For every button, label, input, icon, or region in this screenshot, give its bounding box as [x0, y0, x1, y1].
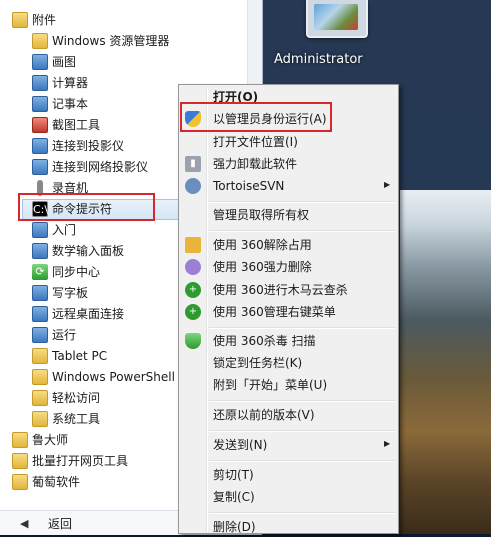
run-icon	[32, 327, 48, 343]
menu-icon-gutter	[206, 87, 208, 533]
submenu-arrow-icon: ▶	[384, 180, 391, 189]
folder-icon	[12, 474, 28, 490]
menu-item-delete[interactable]: 删除(D)	[213, 517, 256, 537]
folder-icon	[12, 453, 28, 469]
tortoise-svn-icon	[185, 178, 201, 194]
program-label: 同步中心	[52, 265, 101, 279]
run-as-admin-highlight-box	[180, 102, 332, 132]
menu-item-360-force-delete[interactable]: 使用 360强力删除	[213, 257, 312, 277]
user-picture[interactable]	[306, 0, 368, 38]
menu-separator	[209, 327, 395, 329]
menu-item-send-to[interactable]: 发送到(N)	[213, 435, 267, 455]
menu-separator	[209, 400, 395, 402]
menu-item-360-trojan-scan[interactable]: 使用 360进行木马云查杀	[213, 280, 348, 300]
program-label: 批量打开网页工具	[32, 454, 129, 468]
menu-item-pin-taskbar[interactable]: 锁定到任务栏(K)	[213, 353, 302, 373]
menu-item-open-file-location[interactable]: 打开文件位置(I)	[213, 132, 298, 152]
program-label: 记事本	[52, 97, 89, 111]
menu-separator	[209, 512, 395, 514]
program-label: 远程桌面连接	[52, 307, 125, 321]
program-label: 连接到网络投影仪	[52, 160, 149, 174]
math-input-icon	[32, 243, 48, 259]
calculator-icon	[32, 75, 48, 91]
program-label: 写字板	[52, 286, 89, 300]
folder-icon	[12, 432, 28, 448]
context-menu: 打开(O) 以管理员身份运行(A) 打开文件位置(I) ▮ 强力卸载此软件 To…	[178, 84, 399, 534]
submenu-arrow-icon: ▶	[384, 439, 391, 448]
program-label: 入门	[52, 223, 77, 237]
back-arrow-icon: ◀	[20, 517, 29, 530]
wallpaper-mountain	[400, 190, 491, 534]
360-manage-icon: +	[185, 304, 201, 320]
menu-item-pin-start[interactable]: 附到「开始」菜单(U)	[213, 375, 327, 395]
program-label: Tablet PC	[52, 349, 108, 363]
folder-icon	[32, 390, 48, 406]
wordpad-icon	[32, 285, 48, 301]
program-label: Windows PowerShell	[52, 370, 175, 384]
menu-item-360-unlock[interactable]: 使用 360解除占用	[213, 235, 312, 255]
menu-item-360-antivirus-scan[interactable]: 使用 360杀毒 扫描	[213, 331, 316, 351]
program-label: 轻松访问	[52, 391, 101, 405]
projector-icon	[32, 138, 48, 154]
menu-separator	[209, 460, 395, 462]
program-label: 鲁大师	[32, 433, 69, 447]
menu-item-restore-versions[interactable]: 还原以前的版本(V)	[213, 405, 315, 425]
360-unlock-icon	[185, 237, 201, 253]
menu-item-copy[interactable]: 复制(C)	[213, 487, 255, 507]
folder-icon	[32, 348, 48, 364]
user-picture-image	[314, 4, 358, 30]
program-label: 系统工具	[52, 412, 101, 426]
snipping-tool-icon	[32, 117, 48, 133]
command-prompt-highlight-box	[18, 193, 155, 221]
folder-icon	[12, 12, 28, 28]
program-label: 运行	[52, 328, 77, 342]
360-scan-icon: +	[185, 282, 201, 298]
program-label: 数学输入面板	[52, 244, 125, 258]
sync-center-icon: ⟳	[32, 264, 48, 280]
menu-item-360-context-manager[interactable]: 使用 360管理右键菜单	[213, 302, 336, 322]
user-name[interactable]: Administrator	[274, 52, 363, 67]
back-label: 返回	[48, 517, 73, 531]
menu-item-cut[interactable]: 剪切(T)	[213, 465, 254, 485]
program-label: 计算器	[52, 76, 89, 90]
program-label: 附件	[32, 13, 57, 27]
menu-item-tortoisesvn[interactable]: TortoiseSVN	[213, 176, 284, 196]
network-projector-icon	[32, 159, 48, 175]
360-antivirus-icon	[185, 333, 201, 349]
menu-item-take-ownership[interactable]: 管理员取得所有权	[213, 205, 309, 225]
menu-item-force-uninstall[interactable]: 强力卸载此软件	[213, 154, 297, 174]
paint-icon	[32, 54, 48, 70]
program-label: 画图	[52, 55, 77, 69]
menu-separator	[209, 230, 395, 232]
program-label: 截图工具	[52, 118, 101, 132]
remote-desktop-icon	[32, 306, 48, 322]
folder-icon	[32, 369, 48, 385]
menu-separator	[209, 430, 395, 432]
folder-icon	[32, 411, 48, 427]
program-label: 葡萄软件	[32, 475, 81, 489]
program-label: Windows 资源管理器	[52, 34, 170, 48]
getting-started-icon	[32, 222, 48, 238]
trash-icon: ▮	[185, 156, 201, 172]
notepad-icon	[32, 96, 48, 112]
360-shred-icon	[185, 259, 201, 275]
menu-separator	[209, 201, 395, 203]
folder-explorer-icon	[32, 33, 48, 49]
program-label: 连接到投影仪	[52, 139, 125, 153]
